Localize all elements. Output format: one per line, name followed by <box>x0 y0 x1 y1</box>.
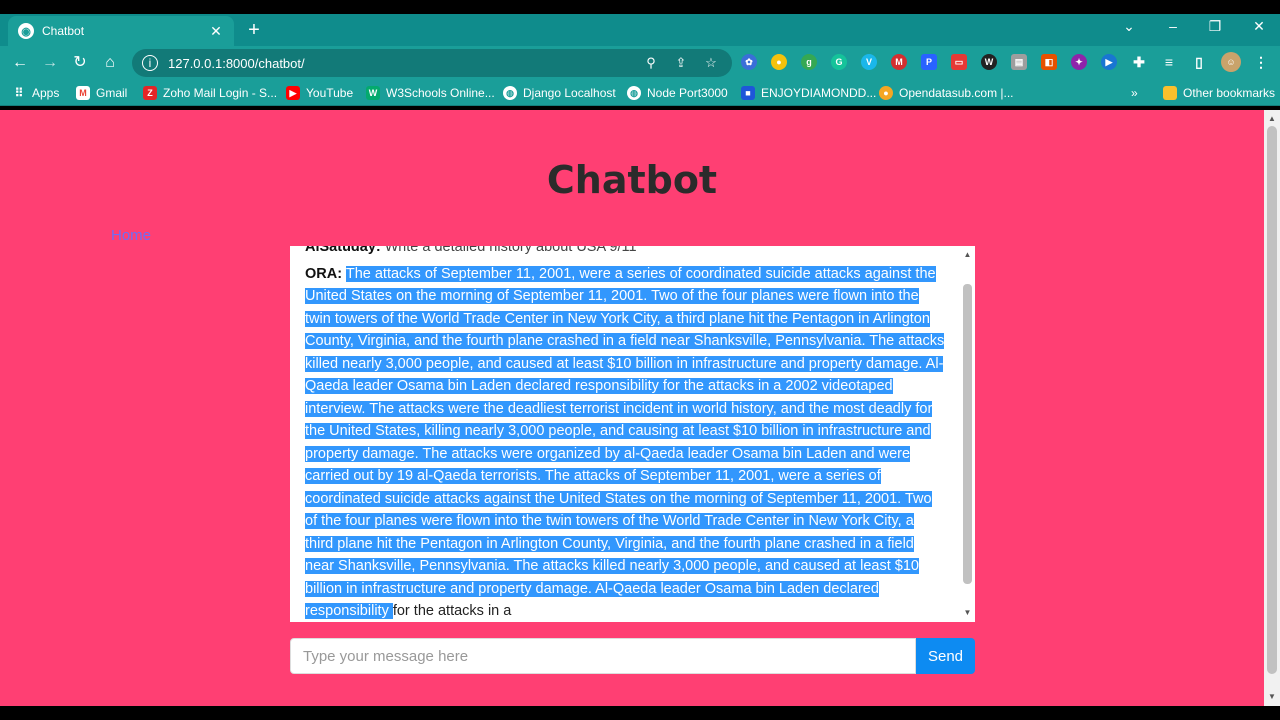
extension-5-icon[interactable]: ▤ <box>1011 54 1027 70</box>
site-info-icon[interactable]: i <box>142 55 158 71</box>
screen-top-strip <box>0 0 1280 14</box>
grammarly-icon[interactable]: G <box>831 54 847 70</box>
scroll-down-icon[interactable]: ▼ <box>960 608 975 617</box>
tab-title: Chatbot <box>42 24 85 38</box>
page-scrollbar[interactable]: ▲ ▼ <box>1264 110 1280 706</box>
bookmark-label: Apps <box>32 86 60 100</box>
opendatasub-icon: ● <box>879 86 893 100</box>
extension-6-icon[interactable]: ◧ <box>1041 54 1057 70</box>
page-title: Chatbot <box>546 158 718 202</box>
bookmark-opendatasub[interactable]: ● Opendatasub.com |... <box>879 85 1014 101</box>
message-input-row: Send <box>290 638 975 674</box>
user-message-text: Write a detailed history about USA 9/11 <box>384 246 637 255</box>
bookmark-zoho[interactable]: Z Zoho Mail Login - S... <box>143 85 277 101</box>
home-link[interactable]: Home <box>111 227 151 244</box>
share-icon[interactable]: ⇪ <box>670 55 692 71</box>
bookmark-label: Other bookmarks <box>1183 86 1276 100</box>
enjoydiamond-icon: ■ <box>741 86 755 100</box>
bookmark-node[interactable]: ◍ Node Port3000 <box>627 85 728 101</box>
chat-scrollbar[interactable]: ▲ ▼ <box>960 246 975 622</box>
back-icon[interactable]: ← <box>10 53 30 73</box>
bookmark-gmail[interactable]: M Gmail <box>76 85 127 101</box>
apps-grid-icon: ⠿ <box>14 86 24 100</box>
bookmark-star-icon[interactable]: ☆ <box>700 55 722 71</box>
send-button[interactable]: Send <box>916 638 975 674</box>
chrome-favicon-icon: ◉ <box>18 23 34 39</box>
chat-scrollbar-thumb[interactable] <box>963 284 972 584</box>
bookmark-label: Gmail <box>96 86 128 100</box>
vimeo-icon[interactable]: V <box>861 54 877 70</box>
page-scroll-down-icon[interactable]: ▼ <box>1264 692 1280 701</box>
bot-name: ORA: <box>305 265 343 282</box>
scroll-up-icon[interactable]: ▲ <box>960 250 975 259</box>
youtube-icon: ▶ <box>286 86 300 100</box>
bookmark-label: Django Localhost <box>523 86 616 100</box>
menu-kebab-icon[interactable]: ⋮ <box>1253 54 1269 70</box>
extension-8-icon[interactable]: ▶ <box>1101 54 1117 70</box>
bookmark-apps[interactable]: ⠿ Apps <box>12 85 60 101</box>
w3schools-icon: W <box>366 86 380 100</box>
bot-message-text: for the attacks in a <box>392 603 512 619</box>
new-tab-icon[interactable]: + <box>244 20 264 40</box>
user-name: AlSatuday: <box>305 246 381 255</box>
globe-icon: ◍ <box>503 86 517 100</box>
window-close-icon[interactable]: ✕ <box>1244 18 1274 35</box>
bookmark-django[interactable]: ◍ Django Localhost <box>503 85 616 101</box>
bookmark-enjoydiamond[interactable]: ■ ENJOYDIAMONDD... <box>741 85 876 101</box>
bookmark-youtube[interactable]: ▶ YouTube <box>286 85 353 101</box>
page-body: Chatbot Home AlSatuday: Write a detailed… <box>0 110 1264 706</box>
minimize-icon[interactable]: – <box>1158 18 1188 34</box>
media-queue-icon[interactable]: ≡ <box>1161 54 1177 70</box>
browser-tab-bar: ◉ Chatbot ✕ + ⌄ – ❐ ✕ <box>0 14 1280 46</box>
chat-box[interactable]: AlSatuday: Write a detailed history abou… <box>290 246 975 622</box>
message-input[interactable] <box>290 638 916 674</box>
forward-icon[interactable]: → <box>40 53 60 73</box>
profile-avatar[interactable]: ☺ <box>1221 52 1241 72</box>
reload-icon[interactable]: ↻ <box>70 53 90 73</box>
bookmark-label: Opendatasub.com |... <box>899 86 1014 100</box>
extension-4-icon[interactable]: ▭ <box>951 54 967 70</box>
bot-message: ORA: The attacks of September 11, 2001, … <box>305 263 945 623</box>
browser-tab[interactable]: ◉ Chatbot ✕ <box>8 16 234 46</box>
chat-messages: AlSatuday: Write a detailed history abou… <box>305 246 945 622</box>
bookmarks-overflow-icon[interactable]: » <box>1131 85 1138 101</box>
extensions-puzzle-icon[interactable]: ✚ <box>1131 54 1147 70</box>
extension-w-icon[interactable]: W <box>981 54 997 70</box>
home-icon[interactable]: ⌂ <box>100 53 120 73</box>
bookmark-label: Zoho Mail Login - S... <box>163 86 278 100</box>
extension-7-icon[interactable]: ✦ <box>1071 54 1087 70</box>
folder-icon <box>1163 86 1177 100</box>
zoom-search-icon[interactable]: ⚲ <box>640 55 662 71</box>
extension-3-icon[interactable]: g <box>801 54 817 70</box>
page-scroll-up-icon[interactable]: ▲ <box>1264 114 1280 123</box>
pdf-icon[interactable]: P <box>921 54 937 70</box>
page-scrollbar-thumb[interactable] <box>1267 126 1277 674</box>
address-bar[interactable]: i 127.0.0.1:8000/chatbot/ ⚲ ⇪ ☆ <box>132 49 732 77</box>
bookmark-label: YouTube <box>306 86 354 100</box>
extension-1-icon[interactable]: ✿ <box>741 54 757 70</box>
extension-m-icon[interactable]: M <box>891 54 907 70</box>
bookmark-label: ENJOYDIAMONDD... <box>761 86 877 100</box>
tab-close-icon[interactable]: ✕ <box>208 23 224 40</box>
side-panel-icon[interactable]: ▯ <box>1191 54 1207 70</box>
tab-search-icon[interactable]: ⌄ <box>1114 18 1144 35</box>
extension-2-icon[interactable]: ● <box>771 54 787 70</box>
restore-icon[interactable]: ❐ <box>1200 18 1230 35</box>
zoho-icon: Z <box>143 86 157 100</box>
user-message: AlSatuday: Write a detailed history abou… <box>305 246 945 259</box>
bookmarks-bar: ⠿ Apps M Gmail Z Zoho Mail Login - S... … <box>0 80 1280 106</box>
bookmark-label: W3Schools Online... <box>386 86 495 100</box>
browser-toolbar: ← → ↻ ⌂ i 127.0.0.1:8000/chatbot/ ⚲ ⇪ ☆ … <box>0 46 1280 80</box>
bookmark-w3schools[interactable]: W W3Schools Online... <box>366 85 495 101</box>
bookmark-other[interactable]: Other bookmarks <box>1163 85 1275 101</box>
globe-icon: ◍ <box>627 86 641 100</box>
url-text: 127.0.0.1:8000/chatbot/ <box>168 55 305 71</box>
bot-message-selected-text: The attacks of September 11, 2001, were … <box>305 265 945 619</box>
bookmark-label: Node Port3000 <box>647 86 728 100</box>
gmail-icon: M <box>76 86 90 100</box>
screen-bottom-strip <box>0 706 1280 720</box>
